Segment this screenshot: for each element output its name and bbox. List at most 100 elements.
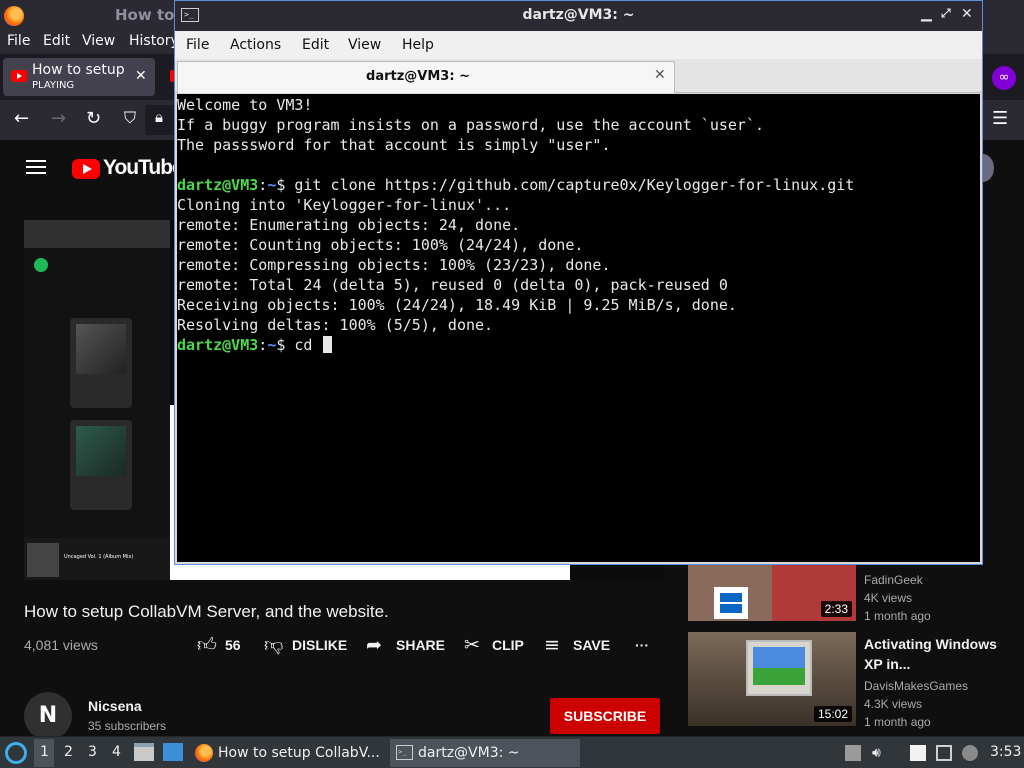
tray-status-icon[interactable]: [962, 745, 978, 761]
terminal-line: If a buggy program insists on a password…: [177, 116, 764, 134]
terminal-icon: >_: [396, 745, 413, 760]
recommendation-thumbnail[interactable]: 15:02: [688, 632, 856, 726]
reload-icon[interactable]: ↻: [86, 108, 101, 129]
firefox-menu-view[interactable]: View: [82, 33, 115, 49]
clock[interactable]: 3:53: [990, 744, 1021, 760]
terminal-output[interactable]: Welcome to VM3! If a buggy program insis…: [177, 94, 980, 562]
video-frame-browser-bar: [24, 220, 170, 248]
private-browsing-mask-icon[interactable]: ∞: [992, 66, 1016, 90]
clip-scissors-icon[interactable]: ✂: [464, 634, 480, 656]
terminal-menu-help[interactable]: Help: [402, 37, 434, 53]
terminal-titlebar[interactable]: >_ dartz@VM3: ~ ▁ ⤢ ✕: [175, 1, 982, 31]
recommendation-age: 1 month ago: [864, 609, 931, 623]
clip-button[interactable]: CLIP: [492, 637, 524, 653]
video-title: How to setup CollabVM Server, and the we…: [24, 602, 389, 621]
clipboard-icon[interactable]: [910, 745, 926, 761]
dislike-button[interactable]: DISLIKE: [292, 637, 347, 653]
crt-monitor-image: [746, 640, 812, 696]
prompt-path: ~: [267, 336, 277, 354]
terminal-window-title: dartz@VM3: ~: [522, 7, 635, 23]
tray-update-icon[interactable]: [845, 745, 861, 761]
firefox-menu-history[interactable]: History: [129, 33, 179, 49]
firefox-tab-youtube[interactable]: How to setup C PLAYING ✕: [3, 58, 155, 96]
dislike-icon[interactable]: 👎︎: [264, 634, 283, 657]
hamburger-menu-icon[interactable]: ☰: [992, 108, 1008, 129]
firefox-menu-edit[interactable]: Edit: [43, 33, 70, 49]
subscribe-button[interactable]: SUBSCRIBE: [550, 698, 660, 734]
taskbar-task-label: How to setup CollabV...: [218, 745, 380, 761]
more-actions-button[interactable]: ···: [635, 637, 649, 653]
workspace-2[interactable]: 2: [64, 744, 73, 760]
terminal-window[interactable]: >_ dartz@VM3: ~ ▁ ⤢ ✕ File Actions Edit …: [174, 0, 983, 565]
terminal-menu-file[interactable]: File: [186, 37, 209, 53]
taskbar-task-terminal[interactable]: >_ dartz@VM3: ~: [390, 739, 580, 767]
recommendation-channel[interactable]: DavisMakesGames: [864, 679, 968, 693]
show-desktop-icon[interactable]: [163, 743, 183, 761]
start-menu-icon[interactable]: [5, 742, 27, 764]
command-text: git clone https://github.com/capture0x/K…: [294, 176, 855, 194]
recommendation-views: 4.3K views: [864, 697, 923, 711]
prompt-user: dartz@VM3: [177, 336, 259, 354]
share-icon[interactable]: ➦: [366, 634, 382, 656]
back-arrow-icon[interactable]: ←: [14, 108, 29, 129]
terminal-tab[interactable]: dartz@VM3: ~ ✕: [177, 61, 675, 93]
like-count[interactable]: 56: [225, 637, 241, 653]
taskbar-task-firefox[interactable]: How to setup CollabV...: [192, 739, 388, 767]
workspace-3[interactable]: 3: [88, 744, 97, 760]
video-duration: 2:33: [820, 601, 852, 617]
channel-name[interactable]: Nicsena: [88, 698, 142, 714]
terminal-line: Resolving deltas: 100% (5/5), done.: [177, 316, 494, 334]
terminal-menu-actions[interactable]: Actions: [230, 37, 281, 53]
network-icon[interactable]: [936, 745, 952, 761]
playlist-tile: [70, 420, 132, 510]
firefox-tab-close-icon[interactable]: ✕: [135, 68, 147, 84]
lock-icon[interactable]: 🔒︎: [155, 108, 163, 126]
volume-icon[interactable]: 🔊︎: [872, 745, 888, 761]
youtube-logo-text[interactable]: YouTube: [103, 156, 184, 180]
terminal-line: Receiving objects: 100% (24/24), 18.49 K…: [177, 296, 737, 314]
youtube-favicon-icon: [11, 70, 27, 82]
share-button[interactable]: SHARE: [396, 637, 445, 653]
prompt-path: ~: [267, 176, 277, 194]
guide-menu-icon[interactable]: [26, 160, 46, 174]
prompt-user: dartz@VM3: [177, 176, 259, 194]
maximize-icon[interactable]: ⤢: [941, 6, 951, 21]
terminal-menu-edit[interactable]: Edit: [302, 37, 329, 53]
view-count: 4,081 views: [24, 637, 98, 653]
playlist-tile: [70, 318, 132, 408]
recommendation-title[interactable]: Activating Windows XP in...: [864, 634, 1014, 674]
recommendation-thumbnail[interactable]: 2:33: [688, 565, 856, 621]
terminal-command-line: dartz@VM3:~$ git clone https://github.co…: [177, 175, 980, 195]
terminal-line: remote: Counting objects: 100% (24/24), …: [177, 236, 584, 254]
like-icon[interactable]: 👍︎: [197, 634, 217, 657]
terminal-menubar: File Actions Edit View Help: [175, 31, 982, 59]
terminal-input-line[interactable]: dartz@VM3:~$ cd: [177, 335, 980, 355]
firefox-tab-title: How to setup C: [32, 62, 124, 78]
terminal-menu-view[interactable]: View: [348, 37, 381, 53]
terminal-tab-title: dartz@VM3: ~: [366, 69, 470, 84]
subscriber-count: 35 subscribers: [88, 719, 167, 733]
recommendation-channel[interactable]: FadinGeek: [864, 573, 923, 587]
firefox-menu-file[interactable]: File: [7, 33, 30, 49]
workspace-1[interactable]: 1: [40, 744, 49, 760]
forward-arrow-icon[interactable]: →: [51, 108, 66, 129]
save-playlist-icon[interactable]: ≡: [544, 634, 560, 656]
now-playing-title: Uncaged Vol. 1 (Album Mix): [64, 554, 134, 560]
terminal-tab-close-icon[interactable]: ✕: [654, 67, 666, 83]
channel-avatar[interactable]: N: [24, 692, 72, 740]
text-cursor: [322, 336, 332, 353]
command-text: cd: [294, 336, 322, 354]
workspace-4[interactable]: 4: [112, 744, 121, 760]
file-manager-icon[interactable]: [134, 743, 154, 761]
youtube-logo-icon[interactable]: [72, 159, 100, 179]
shield-icon[interactable]: ⛉: [124, 108, 136, 128]
recommendation-views: 4K views: [864, 591, 913, 605]
terminal-tabbar: dartz@VM3: ~ ✕: [175, 59, 982, 93]
save-button[interactable]: SAVE: [573, 637, 610, 653]
close-icon[interactable]: ✕: [961, 6, 973, 22]
minimize-icon[interactable]: ▁: [921, 6, 932, 22]
firefox-window-title: How to: [115, 6, 175, 24]
prompt-sep: :: [258, 336, 268, 354]
spotify-logo-icon: [34, 258, 48, 272]
